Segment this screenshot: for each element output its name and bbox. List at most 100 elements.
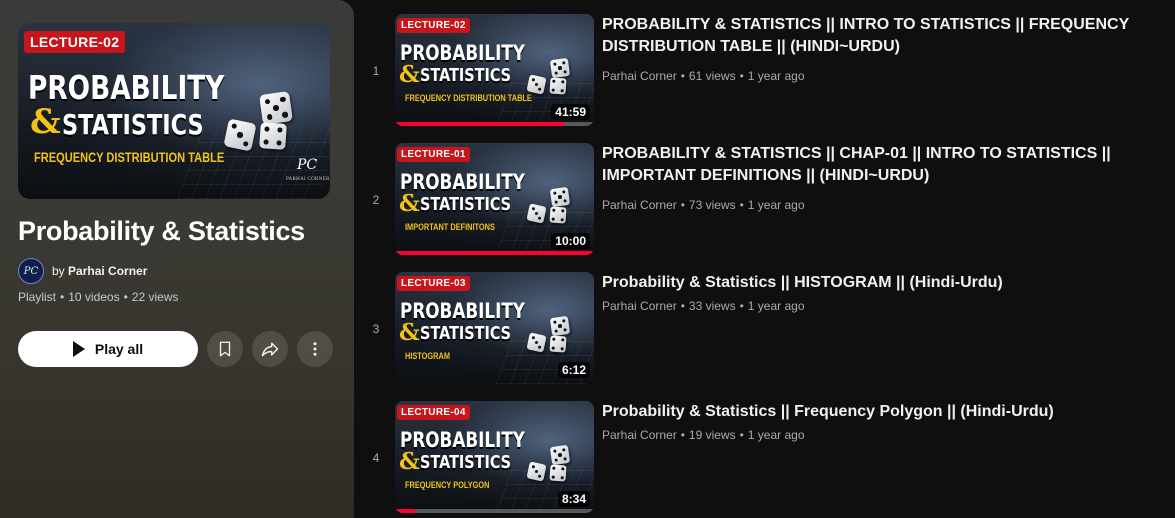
- lecture-badge: LECTURE-01: [397, 147, 470, 162]
- playlist-video-item[interactable]: 2 LECTURE-01 PROBABILITY & STATISTICS IM…: [360, 143, 1175, 259]
- more-vert-icon: [313, 342, 317, 356]
- video-age: 1 year ago: [747, 198, 805, 212]
- video-title[interactable]: PROBABILITY & STATISTICS || CHAP-01 || I…: [602, 143, 1175, 187]
- dice-icon: [259, 91, 293, 125]
- meta-separator: •: [739, 69, 744, 83]
- lecture-badge: LECTURE-02: [397, 18, 470, 33]
- video-index: 2: [372, 193, 380, 207]
- play-all-label: Play all: [94, 341, 144, 357]
- playlist-video-item[interactable]: 3 LECTURE-03 PROBABILITY & STATISTICS HI…: [360, 272, 1175, 388]
- dice-icon: [259, 122, 287, 150]
- video-thumbnail[interactable]: LECTURE-02 PROBABILITY & STATISTICS FREQ…: [395, 14, 594, 126]
- channel-logo-caption: PARHAI CORNER: [286, 177, 330, 182]
- dice-icon: [526, 332, 547, 353]
- video-index: 4: [372, 451, 380, 465]
- video-meta: Parhai Corner • 33 views • 1 year ago: [602, 299, 805, 313]
- playlist-type: Playlist: [18, 290, 57, 304]
- thumb-amp: &: [399, 190, 420, 217]
- playlist-video-item[interactable]: 1 LECTURE-02 PROBABILITY & STATISTICS FR…: [360, 14, 1175, 130]
- video-age: 1 year ago: [747, 299, 805, 313]
- dice-icon: [549, 464, 567, 482]
- owner-name[interactable]: by Parhai Corner: [52, 264, 147, 278]
- thumb-subtitle: FREQUENCY DISTRIBUTION TABLE: [405, 93, 532, 103]
- playlist-title: Probability & Statistics: [18, 216, 305, 246]
- thumb-subtitle: FREQUENCY POLYGON: [405, 480, 490, 490]
- video-thumbnail[interactable]: LECTURE-01 PROBABILITY & STATISTICS IMPO…: [395, 143, 594, 255]
- meta-separator: •: [123, 290, 128, 304]
- save-playlist-button[interactable]: [207, 331, 243, 367]
- video-thumbnail[interactable]: LECTURE-04 PROBABILITY & STATISTICS FREQ…: [395, 401, 594, 513]
- more-actions-button[interactable]: [297, 331, 333, 367]
- meta-separator: •: [680, 428, 685, 442]
- dice-icon: [526, 203, 547, 224]
- dice-icon: [549, 335, 567, 353]
- playlist-owner[interactable]: PC by Parhai Corner: [18, 258, 147, 284]
- owner-by-prefix: by: [52, 264, 65, 278]
- video-duration: 10:00: [551, 233, 590, 249]
- video-title[interactable]: Probability & Statistics || Frequency Po…: [602, 401, 1175, 423]
- playlist-video-count: 10 videos: [68, 290, 120, 304]
- thumb-amp: &: [399, 319, 420, 346]
- playlist-views: 22 views: [131, 290, 179, 304]
- meta-separator: •: [680, 198, 685, 212]
- video-views: 73 views: [688, 198, 736, 212]
- owner-channel-name[interactable]: Parhai Corner: [68, 264, 147, 278]
- dice-icon: [549, 186, 571, 208]
- lecture-badge: LECTURE-02: [24, 31, 126, 53]
- playlist-actions: Play all: [18, 331, 333, 367]
- video-channel[interactable]: Parhai Corner: [602, 299, 677, 313]
- playlist-hero-thumbnail[interactable]: LECTURE-02 PROBABILITY & STATISTICS FREQ…: [18, 23, 330, 199]
- video-title[interactable]: Probability & Statistics || HISTOGRAM ||…: [602, 272, 1175, 294]
- thumb-subtitle: FREQUENCY DISTRIBUTION TABLE: [34, 150, 225, 165]
- video-channel[interactable]: Parhai Corner: [602, 428, 677, 442]
- thumb-subtitle: HISTOGRAM: [405, 351, 450, 361]
- video-duration: 6:12: [557, 362, 590, 378]
- video-views: 33 views: [688, 299, 736, 313]
- dice-icon: [526, 74, 547, 95]
- video-index: 3: [372, 322, 380, 336]
- video-thumbnail[interactable]: LECTURE-03 PROBABILITY & STATISTICS HIST…: [395, 272, 594, 384]
- thumb-amp: &: [399, 61, 420, 88]
- watch-progress-fill: [395, 509, 415, 513]
- watch-progress-fill: [395, 122, 565, 126]
- meta-separator: •: [739, 428, 744, 442]
- lecture-badge: LECTURE-04: [397, 405, 470, 420]
- video-title[interactable]: PROBABILITY & STATISTICS || INTRO TO STA…: [602, 14, 1175, 58]
- play-icon: [72, 341, 85, 357]
- playlist-meta: Playlist • 10 videos • 22 views: [18, 290, 178, 304]
- dice-icon: [549, 57, 571, 79]
- playlist-video-item[interactable]: 4 LECTURE-04 PROBABILITY & STATISTICS FR…: [360, 401, 1175, 517]
- meta-separator: •: [680, 299, 685, 313]
- video-channel[interactable]: Parhai Corner: [602, 198, 677, 212]
- avatar[interactable]: PC: [18, 258, 44, 284]
- watch-progress-bar: [395, 509, 594, 513]
- video-meta: Parhai Corner • 19 views • 1 year ago: [602, 428, 805, 442]
- watch-progress-bar: [395, 122, 594, 126]
- thumb-line1: PROBABILITY: [28, 68, 225, 107]
- play-all-button[interactable]: Play all: [18, 331, 198, 367]
- video-duration: 41:59: [551, 104, 590, 120]
- thumb-amp: &: [399, 448, 420, 475]
- bookmark-icon: [219, 341, 231, 357]
- thumb-amp: &: [30, 102, 61, 142]
- dice-icon: [549, 77, 567, 95]
- dice-icon: [549, 206, 567, 224]
- video-channel[interactable]: Parhai Corner: [602, 69, 677, 83]
- thumb-line2: STATISTICS: [420, 452, 512, 473]
- dice-icon: [223, 118, 257, 152]
- thumb-subtitle: IMPORTANT DEFINITONS: [405, 222, 495, 232]
- thumb-line2: STATISTICS: [62, 108, 204, 141]
- dice-icon: [526, 461, 547, 482]
- thumb-line2: STATISTICS: [420, 194, 512, 215]
- hero-thumbnail-art: LECTURE-02 PROBABILITY & STATISTICS FREQ…: [18, 23, 330, 199]
- share-button[interactable]: [252, 331, 288, 367]
- video-meta: Parhai Corner • 61 views • 1 year ago: [602, 69, 805, 83]
- meta-separator: •: [739, 198, 744, 212]
- meta-separator: •: [680, 69, 685, 83]
- playlist-header-panel: LECTURE-02 PROBABILITY & STATISTICS FREQ…: [0, 0, 354, 518]
- thumb-line2: STATISTICS: [420, 323, 512, 344]
- video-duration: 8:34: [557, 491, 590, 507]
- watch-progress-fill: [395, 251, 594, 255]
- dice-icon: [549, 444, 571, 466]
- thumb-line2: STATISTICS: [420, 65, 512, 86]
